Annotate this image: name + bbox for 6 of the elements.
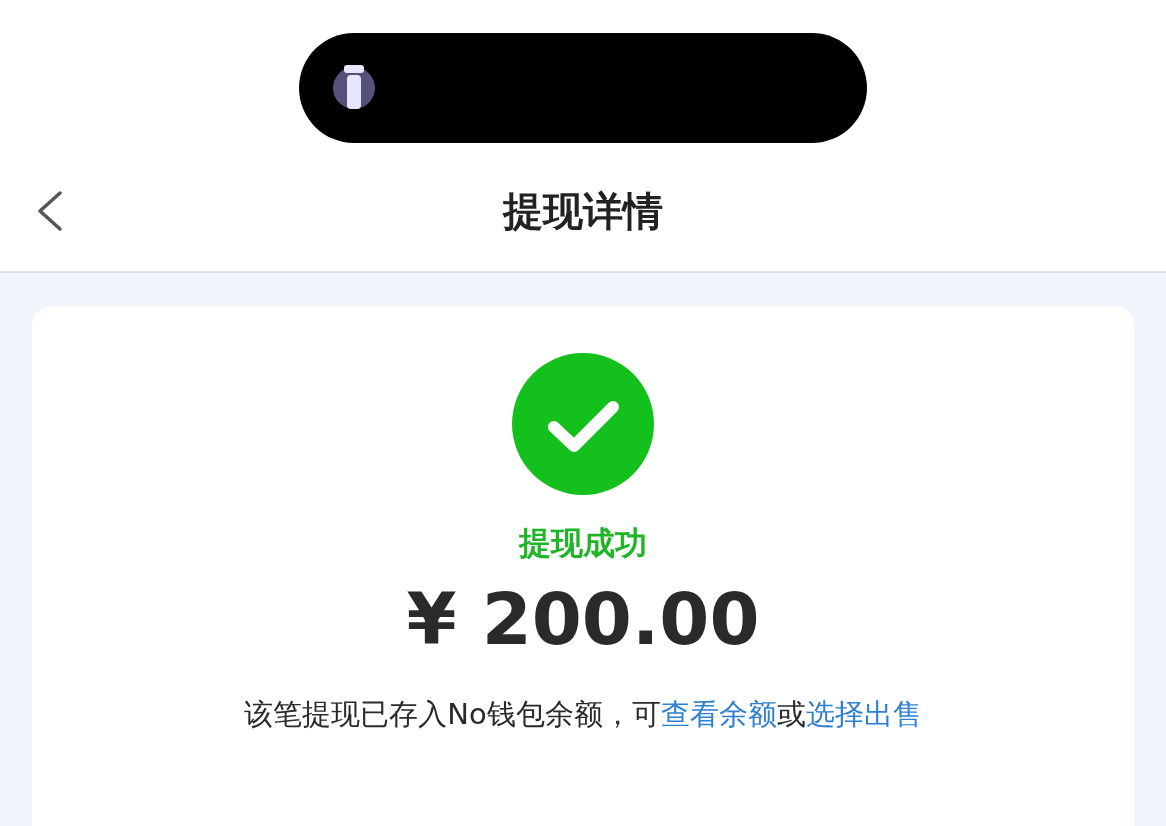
sell-link[interactable]: 选择出售 bbox=[805, 697, 922, 731]
note-text: 该笔提现已存入No钱包余额，可查看余额或选择出售 bbox=[244, 696, 922, 733]
status-text: 提现成功 bbox=[519, 523, 647, 564]
page-title: 提现详情 bbox=[503, 187, 663, 236]
amount: ¥ 200.00 bbox=[406, 583, 760, 655]
view-balance-link[interactable]: 查看余额 bbox=[660, 697, 777, 731]
